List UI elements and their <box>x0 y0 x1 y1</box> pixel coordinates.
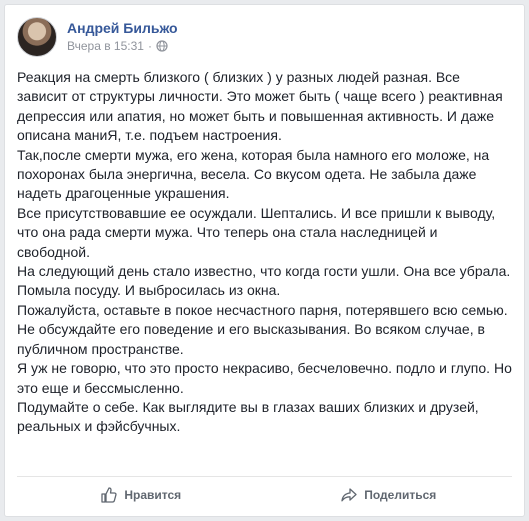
share-button[interactable]: Поделиться <box>265 479 513 511</box>
like-label: Нравится <box>124 488 182 502</box>
avatar[interactable] <box>17 17 57 57</box>
author-name[interactable]: Андрей Бильжо <box>67 19 178 37</box>
post-actions: Нравится Поделиться <box>17 479 512 511</box>
post-card: Андрей Бильжо Вчера в 15:31 · Реакция на… <box>4 4 525 517</box>
post-subline: Вчера в 15:31 · <box>67 38 178 54</box>
post-meta: Андрей Бильжо Вчера в 15:31 · <box>67 17 178 61</box>
post-paragraph: Так,после смерти мужа, его жена, которая… <box>17 146 494 202</box>
thumbs-up-icon <box>101 487 117 503</box>
meta-separator: · <box>147 39 152 53</box>
share-label: Поделиться <box>364 488 437 502</box>
post-paragraph: Все присутствовавшие ее осуждали. Шептал… <box>17 204 499 260</box>
timestamp[interactable]: Вчера в 15:31 <box>67 38 144 54</box>
actions-divider <box>17 476 512 477</box>
post-paragraph: Реакция на смерть близкого ( близких ) у… <box>17 69 507 144</box>
post-paragraph: Подумайте о себе. Как выглядите вы в гла… <box>17 398 483 435</box>
like-button[interactable]: Нравится <box>17 479 265 511</box>
share-arrow-icon <box>341 488 357 502</box>
post-paragraph: Пожалуйста, оставьте в покое несчастного… <box>17 301 508 318</box>
post-paragraph: Я уж не говорю, что это просто некрасиво… <box>17 360 516 396</box>
post-paragraph: На следующий день стало известно, что ко… <box>17 263 515 299</box>
post-body: Реакция на смерть близкого ( близких ) у… <box>17 68 514 437</box>
post-paragraph: Не обсуждайте его поведение и его высказ… <box>17 321 489 357</box>
post-header: Андрей Бильжо Вчера в 15:31 · <box>17 17 178 61</box>
globe-icon[interactable] <box>156 40 168 52</box>
